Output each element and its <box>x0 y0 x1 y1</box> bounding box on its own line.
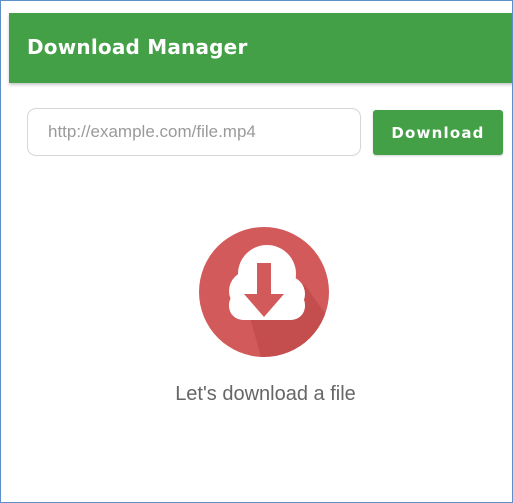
app-window: Download Manager Download Let's download… <box>0 0 513 503</box>
app-bar: Download Manager <box>9 13 512 83</box>
empty-message: Let's download a file <box>175 383 356 405</box>
url-input[interactable] <box>27 108 361 156</box>
download-button[interactable]: Download <box>373 110 503 155</box>
app-title: Download Manager <box>27 35 248 59</box>
cloud-download-icon <box>199 227 329 357</box>
empty-state: Let's download a file <box>9 223 512 423</box>
